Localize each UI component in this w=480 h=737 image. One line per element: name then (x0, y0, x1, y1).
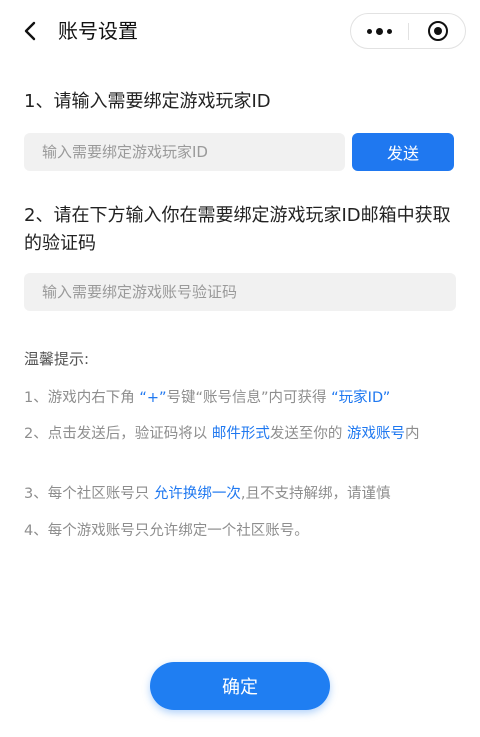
page-title: 账号设置 (58, 19, 138, 43)
more-dots-icon (387, 28, 392, 34)
step1-title: 1、请输入需要绑定游戏玩家ID (24, 91, 271, 112)
mini-program-capsule (350, 13, 466, 49)
tip-text: ,且不支持解绑，请谨慎 (240, 486, 391, 502)
more-dots-icon (376, 27, 383, 35)
tip-item-1: 1、游戏内右下角 “+”号键“账号信息”内可获得 “玩家ID” (24, 386, 460, 410)
close-mini-program-button[interactable] (409, 14, 466, 48)
tip-highlight: 邮件形式 (211, 426, 270, 442)
more-button[interactable] (351, 14, 408, 48)
tip-text: 2、点击发送后，验证码将以 (24, 426, 212, 442)
step2-title: 2、请在下方输入你在需要绑定游戏玩家ID邮箱中获取的验证码 (24, 205, 451, 254)
tip-item-4: 4、每个游戏账号只允许绑定一个社区账号。 (24, 519, 460, 543)
back-button[interactable] (18, 16, 46, 46)
tip-text: 号键“账号信息”内可获得 (166, 390, 332, 406)
more-dots-icon (367, 28, 372, 34)
tip-highlight: 允许换绑一次 (153, 486, 241, 502)
player-id-input[interactable] (24, 133, 345, 171)
tip-text: 4、每个游戏账号只允许绑定一个社区账号。 (24, 523, 309, 539)
tip-highlight: “玩家ID” (331, 390, 391, 406)
confirm-button[interactable]: 确定 (150, 662, 330, 710)
tip-text: 3、每个社区账号只 (24, 486, 154, 502)
verification-code-input[interactable] (24, 273, 456, 311)
tips-title: 温馨提示: (24, 350, 90, 368)
send-button[interactable]: 发送 (352, 133, 454, 171)
tip-item-3: 3、每个社区账号只 允许换绑一次,且不支持解绑，请谨慎 (24, 482, 460, 506)
tip-text: 发送至你的 (269, 426, 347, 442)
tip-highlight: 游戏账号 (346, 426, 405, 442)
tip-text: 1、游戏内右下角 (24, 390, 140, 406)
tip-text: 内 (404, 426, 420, 442)
target-circle-icon (427, 21, 448, 41)
tip-item-2: 2、点击发送后，验证码将以 邮件形式发送至你的 游戏账号内 (24, 422, 460, 446)
chevron-left-icon (24, 21, 36, 41)
nav-bar: 账号设置 (0, 0, 480, 62)
tip-highlight: “+” (139, 390, 167, 406)
